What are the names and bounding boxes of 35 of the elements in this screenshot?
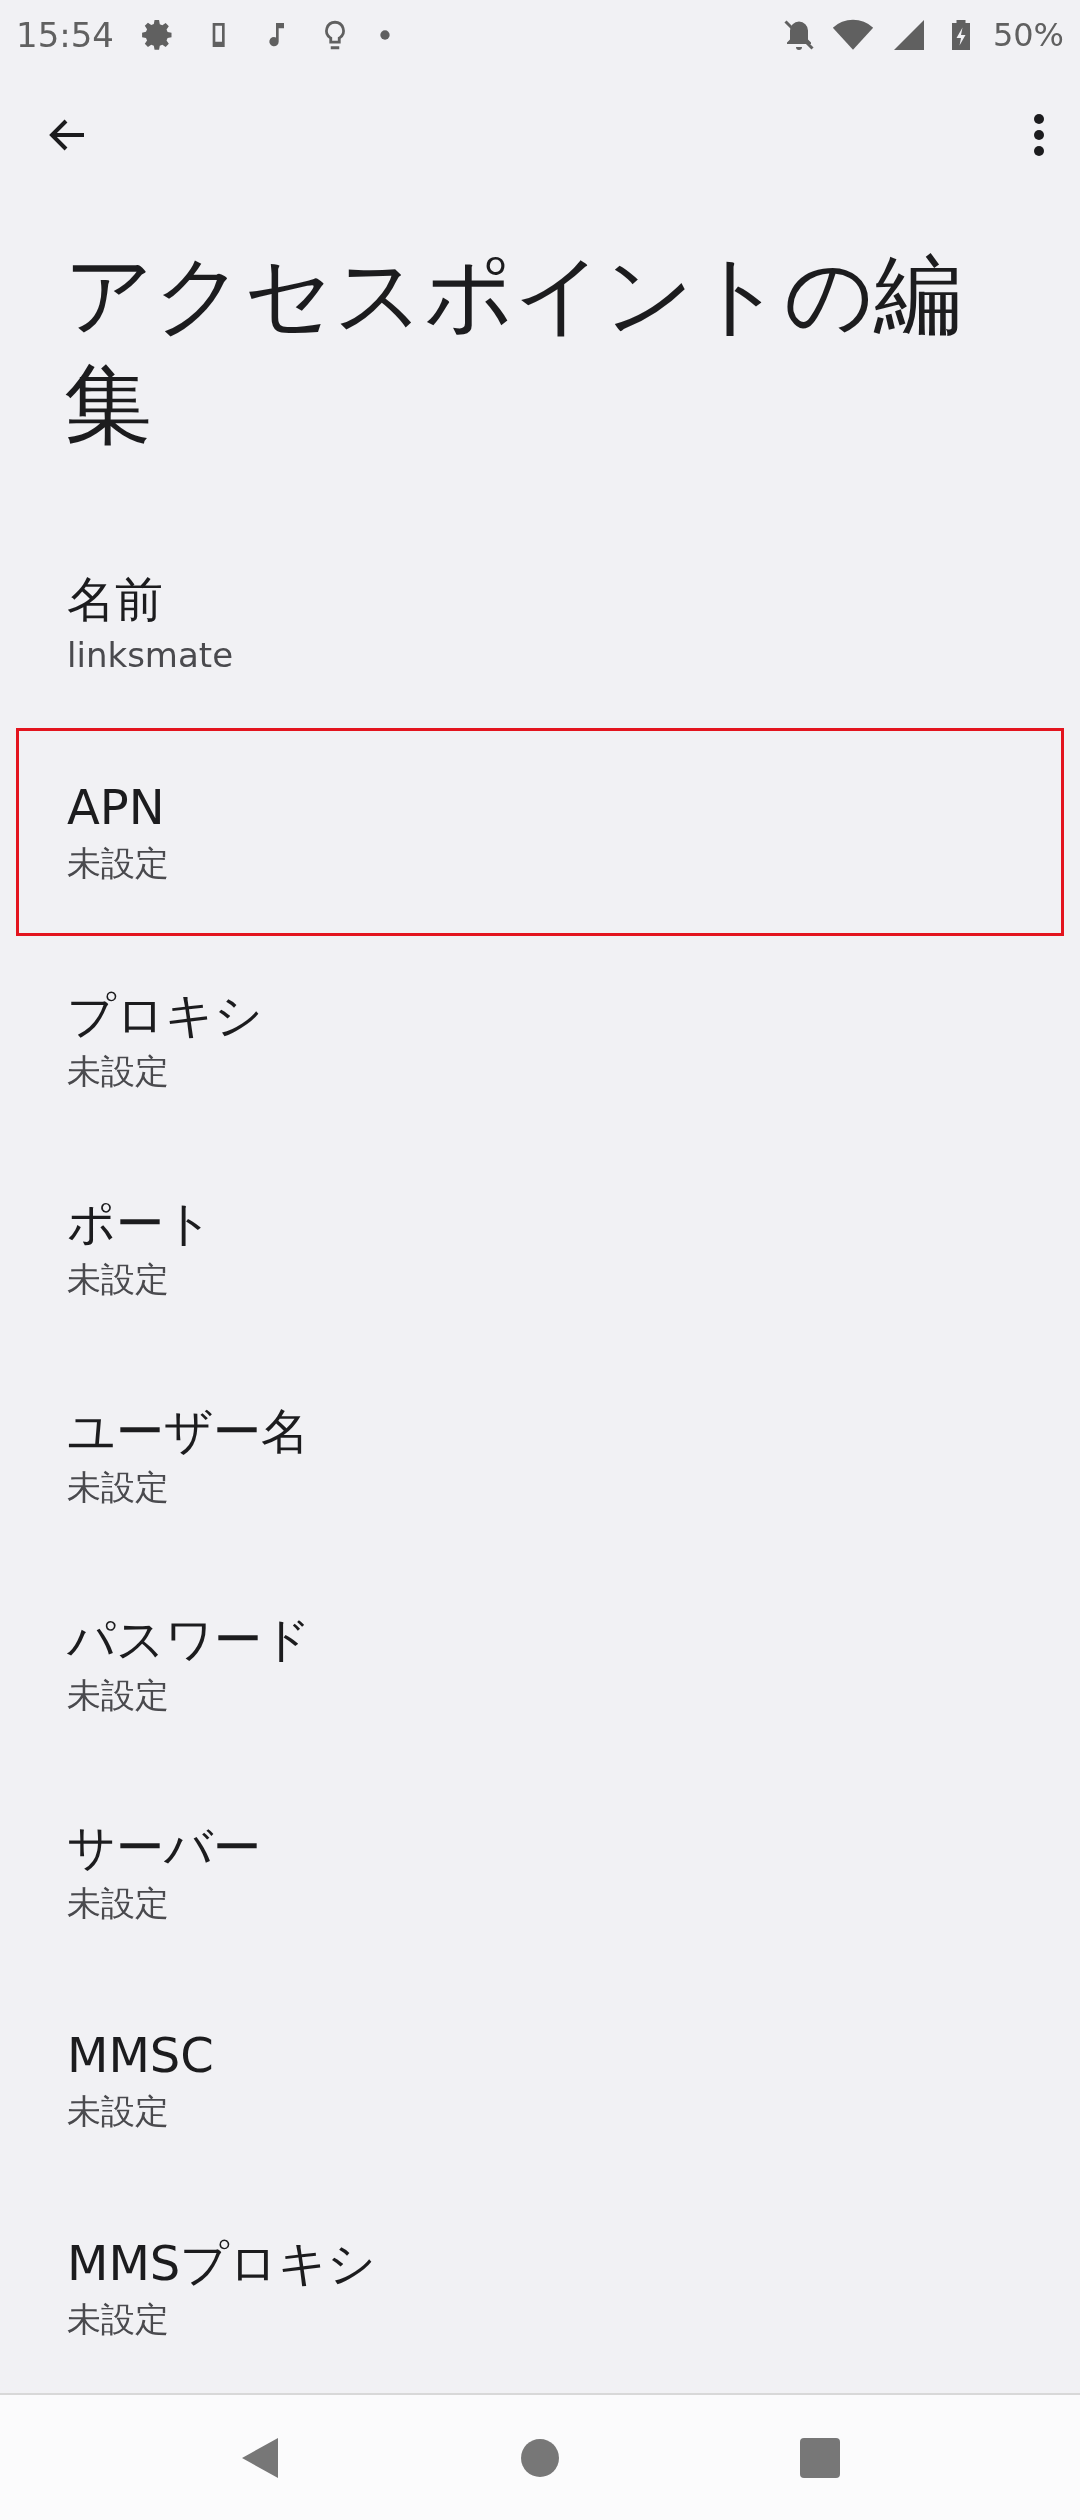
setting-title: ユーザー名 (67, 1402, 310, 1461)
home-icon[interactable] (520, 2437, 560, 2478)
setting-value: 未設定 (67, 1258, 170, 1301)
setting-value: linksmate (67, 634, 235, 677)
setting-title: パスワード (67, 1610, 312, 1669)
setting-row[interactable]: ポート 未設定 (16, 1144, 1064, 1352)
setting-row[interactable]: 名前 linksmate (16, 520, 1064, 728)
setting-value: 未設定 (67, 842, 170, 885)
dot-icon (378, 28, 392, 42)
setting-value: 未設定 (67, 1050, 170, 1093)
setting-value: 未設定 (67, 2090, 170, 2133)
setting-row[interactable]: サーバー 未設定 (16, 1768, 1064, 1976)
setting-row[interactable]: パスワード 未設定 (16, 1560, 1064, 1768)
setting-title: サーバー (67, 1818, 262, 1877)
setting-title: APN (67, 778, 166, 837)
setting-value: 未設定 (67, 1882, 170, 1925)
setting-row[interactable]: MMSC 未設定 (16, 1976, 1064, 2184)
highlighted-setting-row[interactable]: APN 未設定 (16, 728, 1064, 936)
back-icon[interactable] (240, 2435, 280, 2480)
setting-title: 名前 (67, 570, 164, 629)
setting-value: 未設定 (67, 1674, 170, 1717)
recents-icon[interactable] (800, 2437, 840, 2478)
setting-row[interactable]: プロキシ 未設定 (16, 936, 1064, 1144)
setting-title: ポート (67, 1194, 214, 1253)
setting-title: プロキシ (67, 986, 264, 1045)
status-time: 15:54 (16, 15, 114, 55)
page-title: アクセスポイントの編集 (64, 242, 963, 458)
setting-value: 未設定 (67, 1466, 170, 1509)
setting-title: MMSC (67, 2026, 215, 2085)
setting-title: MMSプロキシ (67, 2234, 378, 2293)
setting-row[interactable]: MMSプロキシ 未設定 (16, 2184, 1064, 2392)
battery-percentage: 50% (992, 16, 1064, 54)
setting-row[interactable]: ユーザー名 未設定 (16, 1352, 1064, 1560)
more-options-icon[interactable] (1032, 111, 1046, 159)
setting-value: 未設定 (67, 2298, 170, 2341)
